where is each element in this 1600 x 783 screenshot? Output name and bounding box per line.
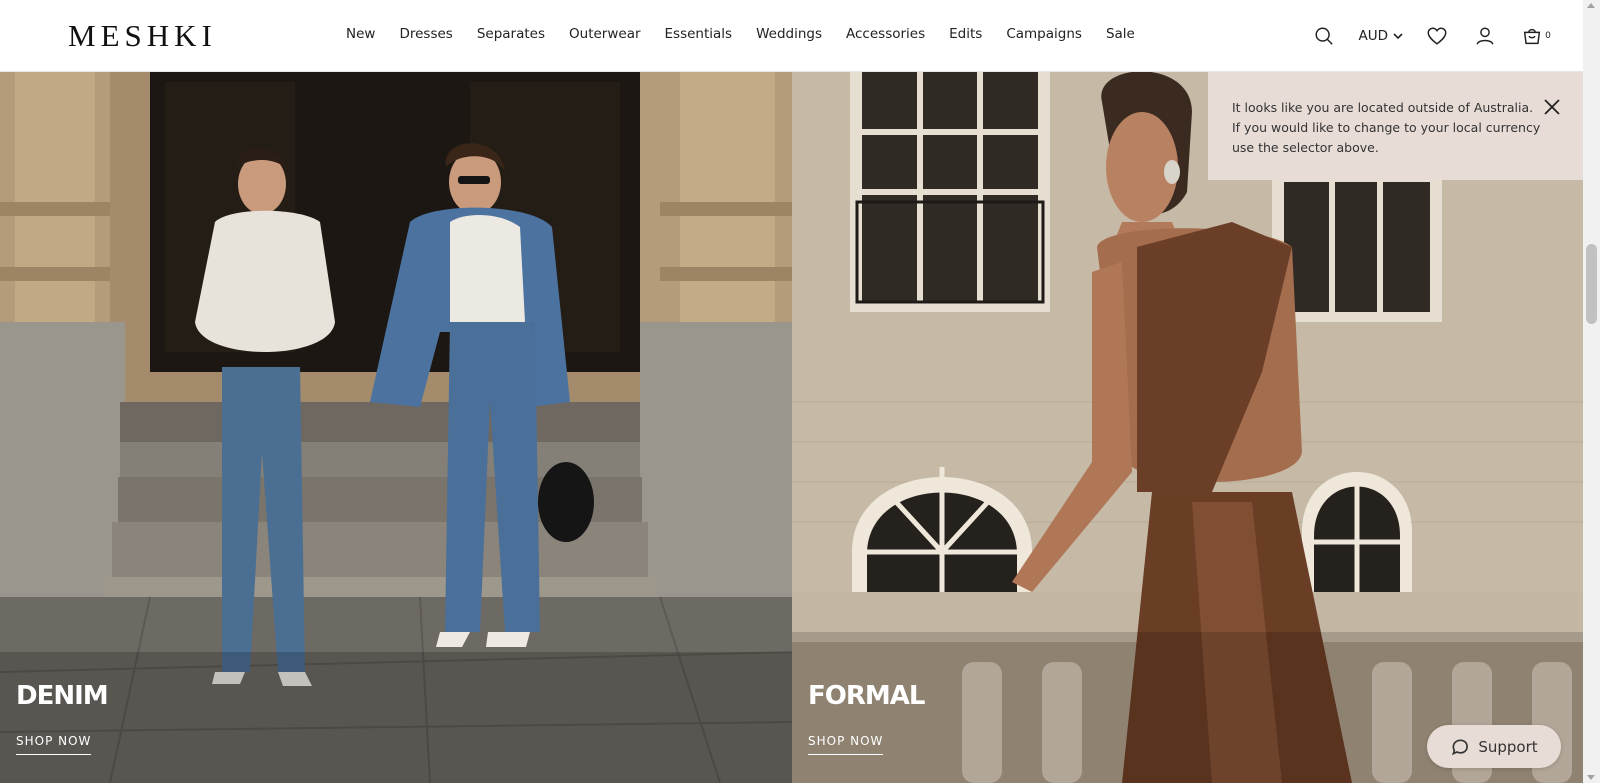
currency-notice: It looks like you are located outside of… bbox=[1208, 72, 1583, 180]
formal-title: FORMAL bbox=[808, 681, 925, 711]
nav-item-separates[interactable]: Separates bbox=[477, 26, 545, 42]
nav-item-sale[interactable]: Sale bbox=[1106, 26, 1135, 42]
denim-title: DENIM bbox=[16, 681, 109, 711]
close-icon bbox=[1544, 99, 1560, 115]
nav-item-new[interactable]: New bbox=[346, 26, 375, 42]
currency-notice-text: It looks like you are located outside of… bbox=[1232, 100, 1541, 155]
nav-item-dresses[interactable]: Dresses bbox=[399, 26, 452, 42]
scroll-up-arrow-icon[interactable] bbox=[1587, 3, 1595, 8]
nav-item-edits[interactable]: Edits bbox=[949, 26, 982, 42]
nav-item-campaigns[interactable]: Campaigns bbox=[1006, 26, 1082, 42]
nav-item-weddings[interactable]: Weddings bbox=[756, 26, 822, 42]
denim-campaign-image bbox=[0, 72, 792, 783]
cart-count: 0 bbox=[1545, 31, 1551, 41]
nav-item-essentials[interactable]: Essentials bbox=[665, 26, 733, 42]
nav-item-outerwear[interactable]: Outerwear bbox=[569, 26, 641, 42]
page-scrollbar[interactable] bbox=[1583, 0, 1600, 783]
currency-label: AUD bbox=[1358, 28, 1388, 44]
scrollbar-thumb[interactable] bbox=[1586, 244, 1597, 324]
page: MESHKI New Dresses Separates Outerwear E… bbox=[0, 0, 1600, 783]
chevron-down-icon bbox=[1393, 33, 1403, 40]
wishlist-button[interactable] bbox=[1423, 22, 1451, 50]
main-nav: New Dresses Separates Outerwear Essentia… bbox=[346, 26, 1159, 42]
search-button[interactable] bbox=[1310, 22, 1338, 50]
bag-icon bbox=[1523, 28, 1541, 45]
search-icon bbox=[1315, 27, 1334, 45]
support-button[interactable]: Support bbox=[1427, 725, 1561, 768]
brand-logo[interactable]: MESHKI bbox=[68, 18, 217, 54]
formal-shop-now-link[interactable]: SHOP NOW bbox=[808, 734, 884, 755]
site-header: MESHKI New Dresses Separates Outerwear E… bbox=[0, 0, 1583, 72]
account-icon bbox=[1476, 27, 1494, 45]
nav-item-accessories[interactable]: Accessories bbox=[846, 26, 925, 42]
currency-selector[interactable]: AUD bbox=[1358, 28, 1403, 44]
scroll-down-arrow-icon[interactable] bbox=[1587, 775, 1595, 780]
chat-bubble-icon bbox=[1452, 738, 1469, 755]
cart-button[interactable]: 0 bbox=[1519, 22, 1553, 50]
close-notice-button[interactable] bbox=[1541, 96, 1563, 118]
denim-panel[interactable]: DENIM SHOP NOW bbox=[0, 72, 792, 783]
account-button[interactable] bbox=[1471, 22, 1499, 50]
heart-icon bbox=[1427, 27, 1447, 45]
support-label: Support bbox=[1478, 737, 1538, 756]
header-tools: AUD 0 bbox=[1290, 20, 1553, 52]
denim-shop-now-link[interactable]: SHOP NOW bbox=[16, 734, 92, 755]
